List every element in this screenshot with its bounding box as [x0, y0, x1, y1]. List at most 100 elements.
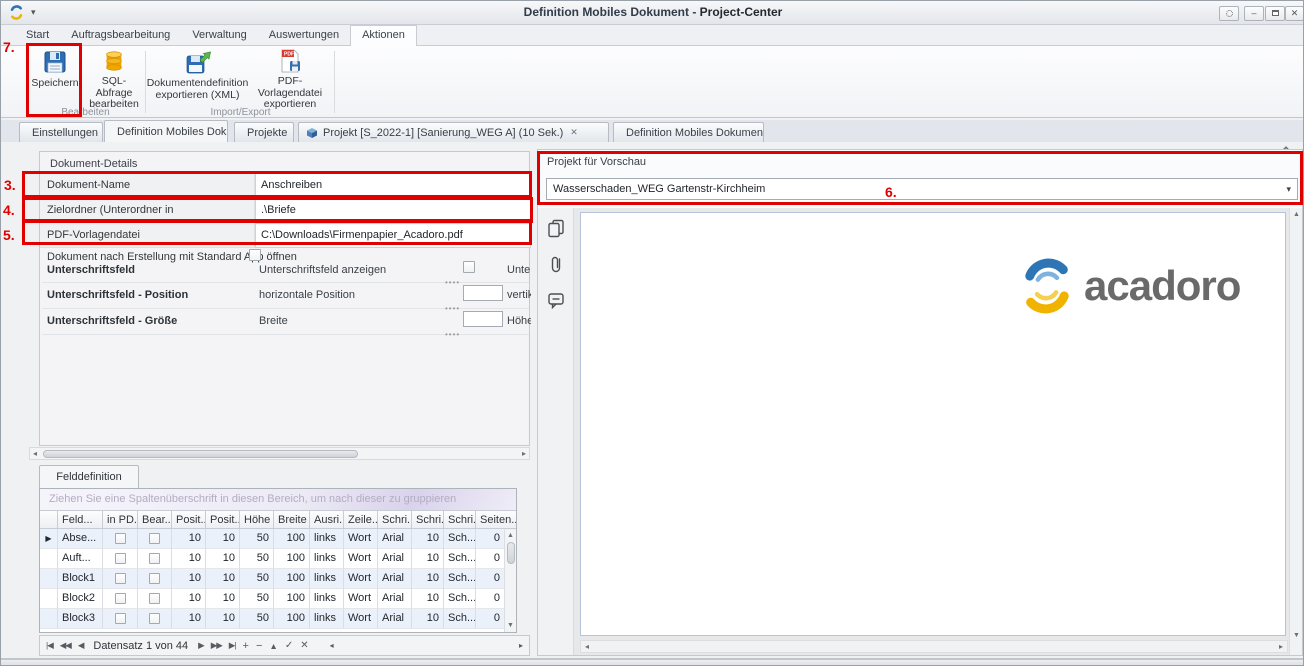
cell-zeile[interactable]: Wort — [344, 569, 378, 589]
cell-hoehe[interactable]: 50 — [240, 529, 274, 549]
grid-header[interactable]: Posit... — [172, 510, 206, 529]
table-row[interactable]: Block1 10 10 50 100 links Wort Arial 10 … — [40, 569, 516, 589]
cell-hoehe[interactable]: 50 — [240, 549, 274, 569]
style-selector-button[interactable] — [1219, 6, 1239, 21]
grid-header[interactable]: Bear... — [138, 510, 172, 529]
sql-query-edit-button[interactable]: SQL-Abfrage bearbeiten — [85, 48, 143, 106]
cell-schriftgroesse[interactable]: 10 — [412, 589, 444, 609]
doc-tab-einstellungen[interactable]: Einstellungen ✕ — [19, 122, 103, 142]
nav-edit-button[interactable]: ▲ — [269, 641, 277, 651]
grid-header[interactable]: Zeile... — [344, 510, 378, 529]
cell-hoehe[interactable]: 50 — [240, 609, 274, 629]
cell-posy[interactable]: 10 — [206, 609, 240, 629]
cell-feld[interactable]: Block2 — [58, 589, 103, 609]
cell-breite[interactable]: 100 — [274, 569, 310, 589]
cell-hoehe[interactable]: 50 — [240, 589, 274, 609]
nav-prev-button[interactable]: ◀ — [78, 640, 84, 651]
cell-bearbeiten[interactable] — [138, 609, 172, 629]
cell-zeile[interactable]: Wort — [344, 609, 378, 629]
comments-icon[interactable] — [546, 290, 566, 313]
scroll-up-icon[interactable]: ▲ — [1293, 210, 1300, 220]
table-row[interactable]: Auft... 10 10 50 100 links Wort Arial 10… — [40, 549, 516, 569]
cell-inpdf[interactable] — [103, 569, 138, 589]
cell-schriftart[interactable]: Arial — [378, 549, 412, 569]
scroll-down-icon[interactable]: ▼ — [1293, 631, 1300, 641]
scrollbar-thumb[interactable] — [507, 542, 515, 564]
cell-zeile[interactable]: Wort — [344, 549, 378, 569]
table-row[interactable]: Block2 10 10 50 100 links Wort Arial 10 … — [40, 589, 516, 609]
cell-schriftfarbe[interactable]: Sch... — [444, 529, 476, 549]
cell-posx[interactable]: 10 — [172, 569, 206, 589]
grid-header[interactable]: Seiten... — [476, 510, 516, 529]
grid-header[interactable]: Ausri... — [310, 510, 344, 529]
cell-schriftart[interactable]: Arial — [378, 529, 412, 549]
save-button[interactable]: Speichern — [28, 48, 82, 106]
cell-schriftfarbe[interactable]: Sch... — [444, 589, 476, 609]
cell-posy[interactable]: 10 — [206, 549, 240, 569]
ribbon-tab-auftragsbearbeitung[interactable]: Auftragsbearbeitung — [60, 26, 181, 45]
grid-header[interactable]: Breite — [274, 510, 310, 529]
grid-header[interactable]: Höhe — [240, 510, 274, 529]
cell-hoehe[interactable]: 50 — [240, 569, 274, 589]
table-row[interactable]: ▶ Abse... 10 10 50 100 links Wort Arial … — [40, 529, 516, 549]
cell-posy[interactable]: 10 — [206, 589, 240, 609]
scroll-left-icon[interactable]: ◂ — [585, 642, 589, 652]
cell-ausrichtung[interactable]: links — [310, 569, 344, 589]
cell-feld[interactable]: Abse... — [58, 529, 103, 549]
cell-breite[interactable]: 100 — [274, 609, 310, 629]
close-button[interactable]: ✕ — [1285, 6, 1304, 21]
doc-tab-definition-mobiles-dokument[interactable]: Definition Mobiles Dokument ✕ — [104, 120, 228, 142]
cell-ausrichtung[interactable]: links — [310, 549, 344, 569]
nav-prev-page-button[interactable]: ◀◀ — [60, 640, 71, 651]
breite-input[interactable] — [463, 311, 503, 327]
cell-schriftgroesse[interactable]: 10 — [412, 569, 444, 589]
scroll-right-icon[interactable]: ▸ — [1279, 642, 1283, 652]
scroll-down-icon[interactable]: ▼ — [507, 621, 514, 631]
dokument-name-input[interactable]: Anschreiben — [255, 173, 531, 198]
cell-feld[interactable]: Block3 — [58, 609, 103, 629]
cell-zeile[interactable]: Wort — [344, 589, 378, 609]
nav-next-page-button[interactable]: ▶▶ — [211, 640, 222, 651]
export-document-definition-button[interactable]: Dokumentendefinition exportieren (XML) — [148, 48, 247, 106]
table-row[interactable]: Block3 10 10 50 100 links Wort Arial 10 … — [40, 609, 516, 629]
ribbon-tab-auswertungen[interactable]: Auswertungen — [258, 26, 350, 45]
cell-schriftart[interactable]: Arial — [378, 589, 412, 609]
row-splitter-handle[interactable]: •••••• — [445, 307, 459, 310]
zielordner-input[interactable]: .\Briefe — [255, 198, 531, 223]
scrollbar-thumb[interactable] — [43, 450, 358, 458]
grid-header[interactable]: Posit... — [206, 510, 240, 529]
restore-button[interactable] — [1265, 6, 1285, 21]
nav-delete-button[interactable]: − — [256, 640, 262, 652]
grid-vertical-scrollbar[interactable]: ▲ ▼ — [504, 530, 516, 632]
scroll-left-icon[interactable]: ◂ — [33, 449, 37, 459]
nav-last-button[interactable]: ▶| — [229, 640, 236, 651]
cell-breite[interactable]: 100 — [274, 549, 310, 569]
cell-breite[interactable]: 100 — [274, 529, 310, 549]
cell-posx[interactable]: 10 — [172, 609, 206, 629]
cell-inpdf[interactable] — [103, 549, 138, 569]
form-horizontal-scrollbar[interactable]: ◂ ▸ — [29, 447, 530, 460]
group-by-area[interactable]: Ziehen Sie eine Spaltenüberschrift in di… — [40, 489, 516, 510]
row-splitter-handle[interactable]: •••••• — [445, 333, 459, 336]
grid-hscroll-right-icon[interactable]: ▸ — [519, 641, 523, 650]
cell-schriftart[interactable]: Arial — [378, 569, 412, 589]
export-pdf-template-button[interactable]: PDF PDF-Vorlagendatei exportieren — [249, 48, 331, 106]
attachments-icon[interactable] — [546, 254, 566, 279]
grid-header[interactable]: Schri... — [412, 510, 444, 529]
minimize-button[interactable]: – — [1244, 6, 1264, 21]
nav-next-button[interactable]: ▶ — [198, 640, 204, 651]
tab-felddefinition[interactable]: Felddefinition — [39, 465, 139, 488]
nav-cancel-button[interactable]: ✕ — [300, 640, 308, 651]
cell-inpdf[interactable] — [103, 529, 138, 549]
cell-posx[interactable]: 10 — [172, 589, 206, 609]
preview-vertical-scrollbar[interactable]: ▲ ▼ — [1289, 208, 1302, 655]
cell-bearbeiten[interactable] — [138, 589, 172, 609]
cell-ausrichtung[interactable]: links — [310, 609, 344, 629]
cell-schriftgroesse[interactable]: 10 — [412, 529, 444, 549]
cell-posy[interactable]: 10 — [206, 529, 240, 549]
cell-inpdf[interactable] — [103, 589, 138, 609]
doc-tab-projekt-s2022[interactable]: Projekt [S_2022-1] [Sanierung_WEG A] (10… — [298, 122, 609, 142]
cell-schriftfarbe[interactable]: Sch... — [444, 549, 476, 569]
cell-bearbeiten[interactable] — [138, 529, 172, 549]
nav-post-button[interactable]: ✓ — [285, 640, 293, 651]
